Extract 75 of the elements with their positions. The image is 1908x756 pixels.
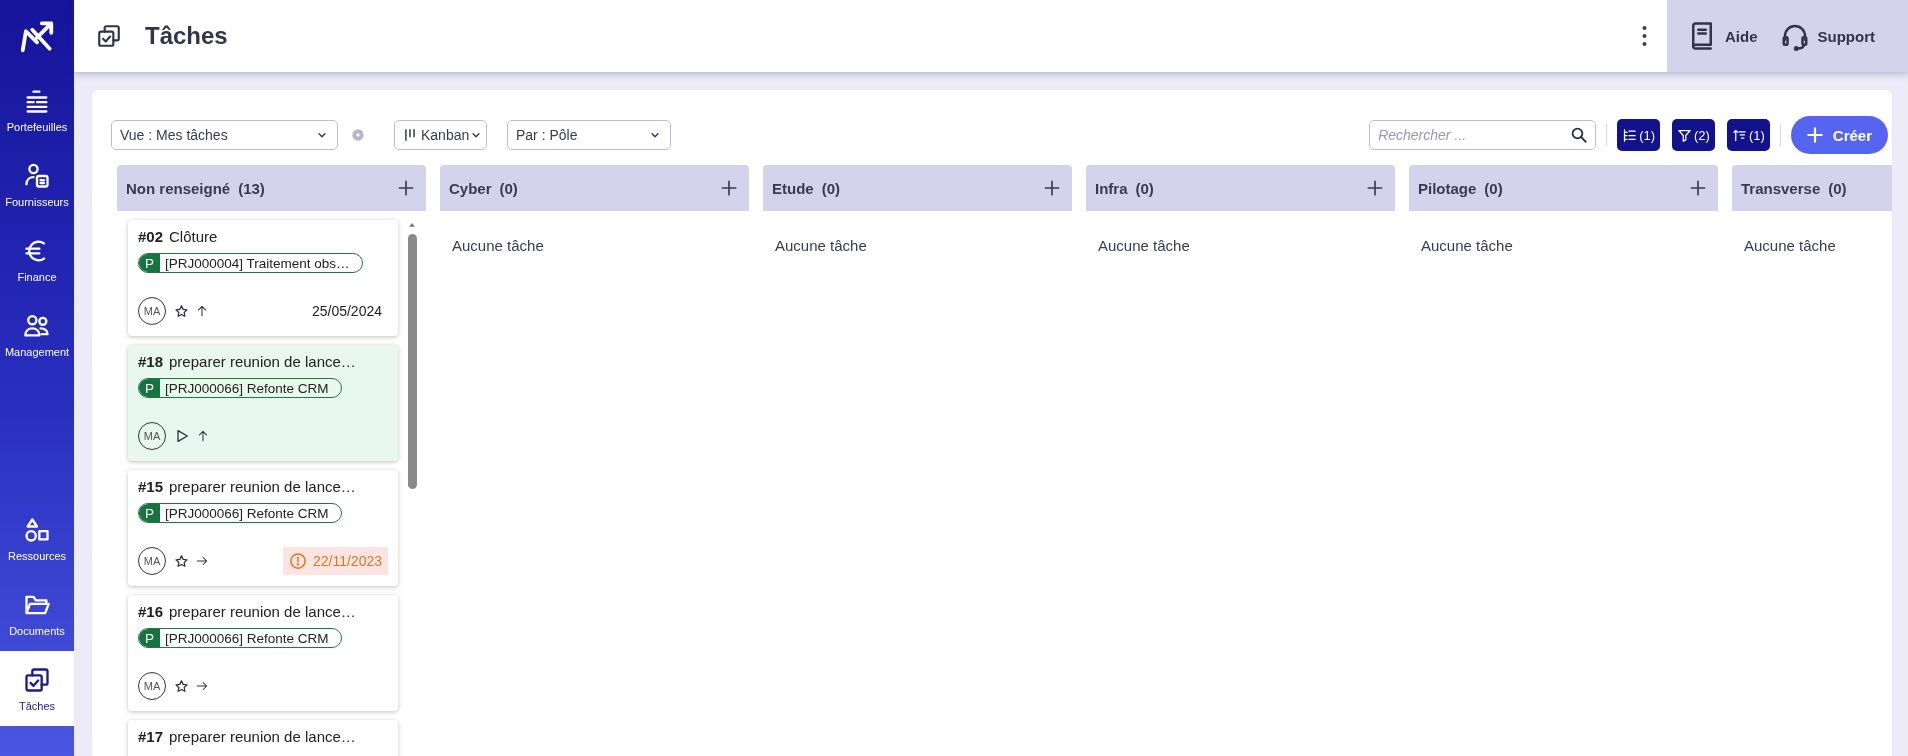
task-number: #16 — [138, 602, 164, 620]
plus-icon — [1042, 178, 1062, 198]
tasks-icon — [23, 665, 51, 694]
plus-icon — [719, 178, 739, 198]
tree-list-button[interactable]: (1) — [1617, 119, 1660, 151]
group-select[interactable]: Par : Pôle — [507, 120, 671, 150]
column-name: Transverse — [1741, 179, 1821, 197]
display-select[interactable]: Kanban — [394, 120, 487, 150]
column-count: (0) — [1484, 179, 1503, 197]
task-card[interactable]: #16 preparer reunion de lance… P [PRJ000066] Refonte CRM MA — [128, 595, 398, 711]
task-title: Clôture — [169, 227, 218, 245]
tree-list-icon — [1622, 127, 1638, 143]
tasks-icon — [96, 23, 122, 49]
sidebar-item[interactable]: Fournisseurs — [0, 147, 74, 222]
plus-icon — [1804, 125, 1825, 145]
empty-message: Aucune tâche — [452, 237, 545, 254]
shapes-icon — [23, 515, 51, 544]
task-card[interactable]: #18 preparer reunion de lance… P [PRJ000066] Refonte CRM MA — [128, 345, 398, 461]
column-count: (13) — [238, 179, 265, 197]
task-title: preparer reunion de lance… — [169, 477, 356, 495]
task-title: preparer reunion de lance… — [169, 602, 356, 620]
task-card[interactable]: #17 preparer reunion de lance… — [128, 720, 398, 756]
view-select[interactable]: Vue : Mes tâches — [111, 120, 338, 150]
empty-message: Aucune tâche — [1098, 237, 1191, 254]
plus-icon — [1365, 178, 1385, 198]
task-number: #18 — [138, 352, 164, 370]
column-name: Non renseigné — [126, 179, 231, 197]
column-count: (0) — [499, 179, 518, 197]
task-title: preparer reunion de lance… — [169, 352, 356, 370]
empty-message: Aucune tâche — [775, 237, 868, 254]
supplier-icon — [23, 161, 51, 190]
add-task-button[interactable] — [1042, 178, 1062, 198]
help-link[interactable]: Support — [1817, 27, 1875, 45]
kebab-icon — [1642, 25, 1647, 47]
sidebar-item[interactable]: Management — [0, 297, 74, 372]
plus-icon — [396, 178, 416, 198]
task-title: preparer reunion de lance… — [169, 727, 356, 745]
add-task-button[interactable] — [719, 178, 739, 198]
search-field[interactable]: Rechercher ... — [1369, 120, 1597, 150]
add-task-button[interactable] — [1365, 178, 1385, 198]
column-name: Cyber — [449, 179, 492, 197]
page-title: Tâches — [145, 22, 228, 50]
create-button[interactable]: Créer — [1790, 116, 1888, 154]
due-date: 25/05/2024 — [310, 302, 383, 321]
column-count: (0) — [821, 179, 840, 197]
empty-message: Aucune tâche — [1744, 237, 1837, 254]
search-icon — [1570, 126, 1589, 144]
task-number: #02 — [138, 227, 164, 245]
task-number: #15 — [138, 477, 164, 495]
warning-icon — [288, 552, 307, 570]
sidebar-item[interactable]: Documents — [0, 576, 74, 651]
add-task-button[interactable] — [1688, 178, 1708, 198]
filter-button[interactable]: (2) — [1672, 119, 1715, 151]
empty-message: Aucune tâche — [1421, 237, 1514, 254]
filter-icon — [1677, 127, 1692, 143]
column-name: Etude — [772, 179, 814, 197]
sidebar-item[interactable]: Tâches — [0, 651, 74, 726]
task-card[interactable]: #02 Clôture P [PRJ000004] Traitement obs… MA 25/05/2024 — [128, 220, 398, 336]
task-number: #17 — [138, 727, 164, 745]
column-name: Infra — [1095, 179, 1128, 197]
column-name: Pilotage — [1418, 179, 1477, 197]
sort-button[interactable]: (1) — [1726, 119, 1770, 151]
task-card[interactable]: #15 preparer reunion de lance… P [PRJ000066] Refonte CRM MA 22/11/2023 — [128, 470, 398, 586]
sort-icon — [1731, 127, 1747, 143]
sidebar-item[interactable]: Finance — [0, 222, 74, 297]
sidebar-item[interactable]: Portefeuilles — [0, 72, 74, 147]
help-link[interactable]: Aide — [1725, 27, 1758, 45]
due-date: 22/11/2023 — [282, 547, 388, 575]
plus-icon — [1688, 178, 1708, 198]
columns-icon — [403, 127, 417, 143]
column-count: (0) — [1135, 179, 1154, 197]
column-count: (0) — [1828, 179, 1847, 197]
sidebar-item[interactable]: Ressources — [0, 501, 74, 576]
add-task-button[interactable] — [396, 178, 416, 198]
more-menu-button[interactable] — [1642, 25, 1647, 47]
